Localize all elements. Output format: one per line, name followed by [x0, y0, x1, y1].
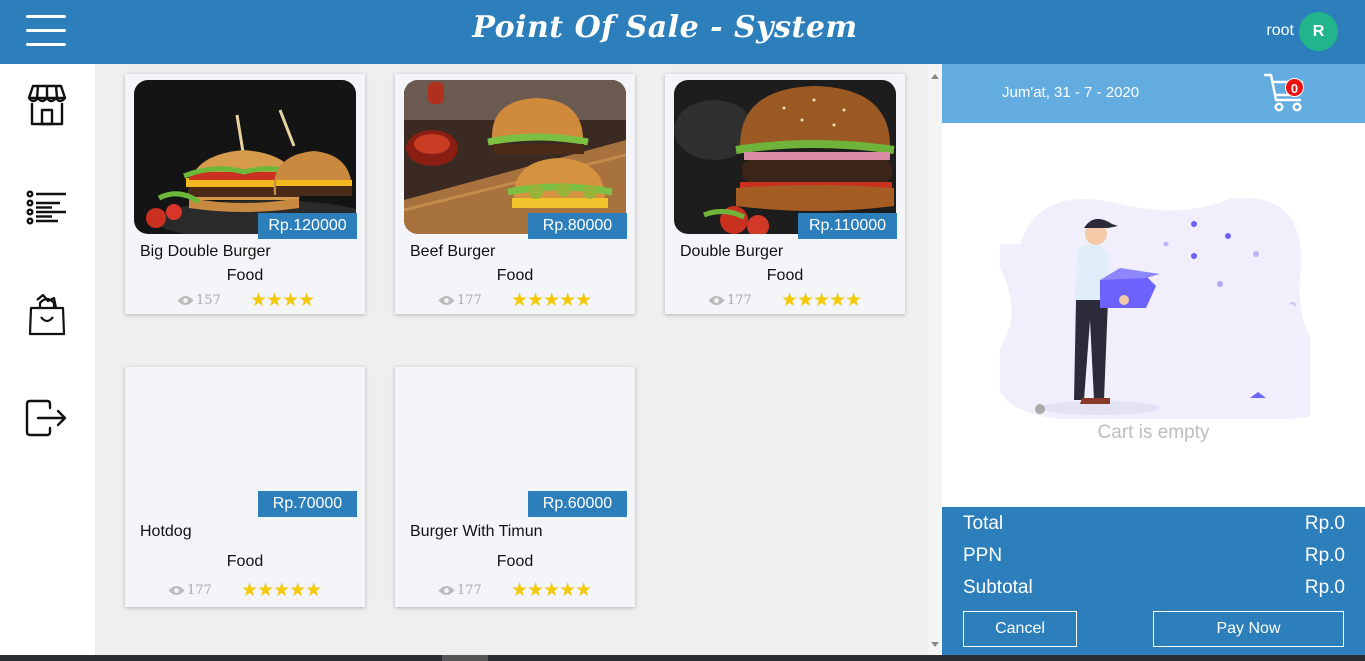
view-count-value: 177 — [457, 583, 482, 598]
product-price: Rp.80000 — [528, 213, 627, 239]
product-category: Food — [496, 267, 534, 284]
top-bar: Point Of Sale - System root R — [0, 0, 1365, 64]
avatar[interactable]: R — [1299, 12, 1338, 51]
product-price: Rp.120000 — [258, 213, 357, 239]
rating-stars: ★★★★★ — [511, 579, 592, 601]
product-grid: Rp.120000 Big Double Burger Food 157 ★★★… — [95, 64, 928, 655]
view-count-value: 177 — [457, 293, 482, 308]
rating-stars: ★★★★★ — [781, 289, 862, 311]
shopping-bag-icon[interactable] — [24, 292, 70, 338]
cancel-button[interactable]: Cancel — [963, 611, 1077, 647]
product-price: Rp.110000 — [798, 213, 897, 239]
eye-icon — [177, 296, 194, 305]
view-count-value: 157 — [196, 293, 221, 308]
view-count: 157 — [177, 293, 221, 308]
product-card[interactable]: Rp.60000 Burger With Timun Food 177 ★★★★… — [395, 367, 635, 607]
eye-icon — [438, 296, 455, 305]
product-name: Hotdog — [140, 523, 192, 540]
view-count-value: 177 — [187, 583, 212, 598]
product-name: Beef Burger — [410, 243, 496, 260]
empty-cart-illustration — [985, 184, 1344, 424]
product-name: Burger With Timun — [410, 523, 543, 540]
product-card[interactable]: Rp.120000 Big Double Burger Food 157 ★★★… — [125, 74, 365, 314]
view-count: 177 — [438, 583, 482, 598]
product-name: Big Double Burger — [140, 243, 271, 260]
product-category: Food — [226, 267, 264, 284]
product-card[interactable]: Rp.80000 Beef Burger Food 177 ★★★★★ — [395, 74, 635, 314]
scrollbar[interactable] — [928, 64, 942, 655]
pay-now-button[interactable]: Pay Now — [1153, 611, 1344, 647]
scroll-up-arrow-icon[interactable] — [931, 74, 939, 79]
totals-section: Total Rp.0 PPN Rp.0 Subtotal Rp.0 Cancel… — [942, 507, 1365, 655]
app-title: Point Of Sale - System — [472, 10, 858, 45]
sidebar — [0, 64, 95, 661]
logout-icon[interactable] — [24, 396, 70, 442]
total-label: Total — [963, 513, 1004, 534]
subtotal-label: Subtotal — [963, 577, 1033, 598]
rating-stars: ★★★★★ — [241, 579, 322, 601]
eye-icon — [168, 586, 185, 595]
product-price: Rp.70000 — [258, 491, 357, 517]
product-image — [404, 80, 626, 234]
rating-stars: ★★★★★ — [511, 289, 592, 311]
product-image — [134, 80, 356, 234]
product-image — [674, 80, 896, 234]
horizontal-scrollbar[interactable] — [0, 655, 1365, 661]
product-card[interactable]: Rp.110000 Double Burger Food 177 ★★★★★ — [665, 74, 905, 314]
eye-icon — [708, 296, 725, 305]
view-count: 177 — [168, 583, 212, 598]
cart-count-badge: 0 — [1285, 78, 1304, 97]
current-date: Jum'at, 31 - 7 - 2020 — [1002, 84, 1140, 101]
product-card[interactable]: Rp.70000 Hotdog Food 177 ★★★★★ — [125, 367, 365, 607]
product-category: Food — [766, 267, 804, 284]
empty-cart-text: Cart is empty — [1097, 422, 1210, 443]
scroll-thumb[interactable] — [442, 655, 488, 661]
subtotal-value: Rp.0 — [1304, 577, 1345, 598]
product-category: Food — [226, 553, 264, 570]
ppn-label: PPN — [963, 545, 1003, 566]
ppn-value: Rp.0 — [1304, 545, 1345, 566]
store-icon[interactable] — [24, 82, 70, 128]
view-count-value: 177 — [727, 293, 752, 308]
total-value: Rp.0 — [1304, 513, 1345, 534]
product-name: Double Burger — [680, 243, 784, 260]
cart-panel: Jum'at, 31 - 7 - 2020 0 Cart is empty To… — [942, 64, 1365, 655]
product-price: Rp.60000 — [528, 491, 627, 517]
product-category: Food — [496, 553, 534, 570]
user-name[interactable]: root — [1250, 22, 1294, 40]
eye-icon — [438, 586, 455, 595]
cart-header: Jum'at, 31 - 7 - 2020 0 — [942, 64, 1365, 123]
view-count: 177 — [438, 293, 482, 308]
view-count: 177 — [708, 293, 752, 308]
rating-stars: ★★★★ — [250, 289, 315, 311]
list-icon[interactable] — [24, 186, 70, 232]
scroll-down-arrow-icon[interactable] — [931, 642, 939, 647]
